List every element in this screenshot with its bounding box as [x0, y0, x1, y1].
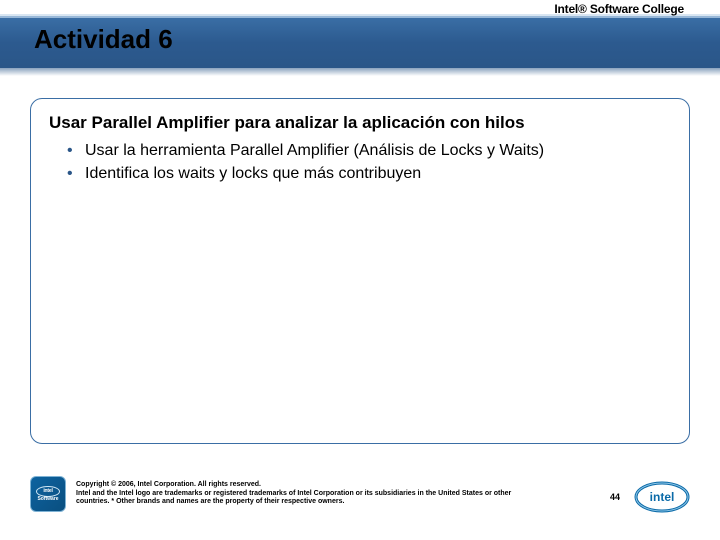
badge-sub-text: Software: [37, 497, 58, 503]
list-item: Usar la herramienta Parallel Amplifier (…: [67, 139, 671, 162]
legal-text: Copyright © 2006, Intel Corporation. All…: [76, 481, 516, 506]
content-panel: Usar Parallel Amplifier para analizar la…: [30, 98, 690, 444]
page-number: 44: [610, 492, 620, 502]
content-bullets: Usar la herramienta Parallel Amplifier (…: [49, 139, 671, 185]
svg-text:intel: intel: [650, 490, 675, 504]
list-item: Identifica los waits y locks que más con…: [67, 162, 671, 185]
intel-logo-icon: intel: [634, 480, 690, 514]
intel-software-badge-icon: intel Software: [30, 476, 66, 512]
legal-line: Copyright © 2006, Intel Corporation. All…: [76, 481, 516, 489]
content-subheading: Usar Parallel Amplifier para analizar la…: [49, 113, 671, 133]
legal-line: Intel and the Intel logo are trademarks …: [76, 490, 516, 507]
slide-title: Actividad 6: [34, 24, 173, 55]
brand-top-label: Intel® Software College: [554, 2, 684, 16]
slide: Intel® Software College Actividad 6 Usar…: [0, 0, 720, 540]
footer: intel Software Copyright © 2006, Intel C…: [30, 474, 690, 514]
